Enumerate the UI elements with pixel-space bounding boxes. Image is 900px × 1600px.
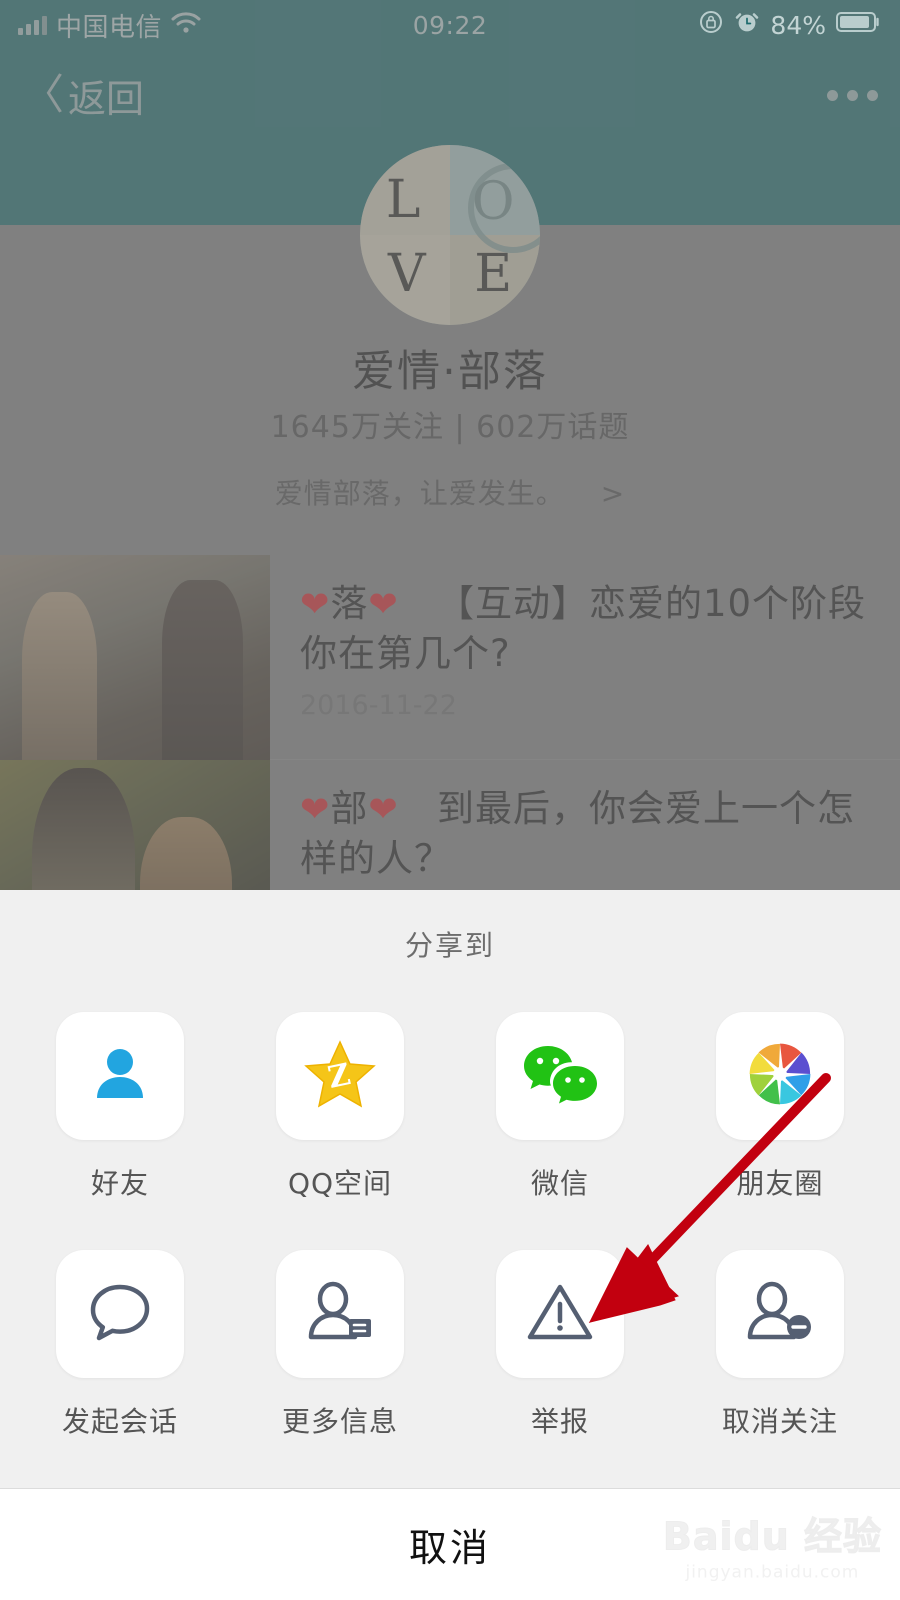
person-minus-icon (741, 1275, 819, 1353)
share-row-2: 发起会话 更多信息 举报 取消关注 (10, 1250, 890, 1440)
back-button[interactable]: 〈 返回 (22, 68, 144, 123)
more-horizontal-icon[interactable] (827, 89, 878, 101)
share-item-more-info[interactable]: 更多信息 (263, 1250, 418, 1440)
share-item-moments[interactable]: 朋友圈 (703, 1012, 858, 1202)
share-item-wechat[interactable]: 微信 (483, 1012, 638, 1202)
person-card-icon (301, 1275, 379, 1353)
share-row-1: 好友 Z QQ空间 微信 朋友圈 (10, 1012, 890, 1202)
article-title: ❤落❤ 【互动】恋爱的10个阶段 你在第几个? (300, 579, 870, 678)
article-title: ❤部❤ 到最后，你会爱上一个怎样的人？ (300, 784, 870, 883)
avatar-letter-l: L (385, 169, 421, 230)
heart-icon: ❤ (368, 790, 399, 830)
share-item-unfollow[interactable]: 取消关注 (703, 1250, 858, 1440)
share-item-label: 举报 (530, 1405, 589, 1438)
share-item-label: 更多信息 (281, 1405, 398, 1438)
share-item-qq-friend[interactable]: 好友 (43, 1012, 198, 1202)
baidu-watermark: Baidu 经验 jingyan.baidu.com (662, 1506, 882, 1583)
navigation-bar: 〈 返回 (0, 50, 900, 140)
battery-icon (836, 10, 882, 40)
warning-triangle-icon (522, 1277, 598, 1351)
profile-tagline: 爱情部落，让爱发生。 (274, 477, 565, 510)
heart-icon: ❤ (368, 585, 399, 625)
battery-percent: 84% (770, 10, 826, 40)
avatar-letter-o: O (471, 171, 515, 232)
watermark-sub: jingyan.baidu.com (685, 1562, 860, 1583)
chevron-left-icon: 〈 (22, 70, 65, 119)
profile-tagline-row[interactable]: 爱情部落，让爱发生。 > (0, 472, 900, 512)
cancel-label: 取消 (408, 1525, 491, 1570)
cancel-button[interactable]: 取消 Baidu 经验 jingyan.baidu.com (0, 1488, 900, 1600)
heart-icon: ❤ (300, 585, 331, 625)
share-item-qzone[interactable]: Z QQ空间 (263, 1012, 418, 1202)
profile-stats: 1645万关注 | 602万话题 (270, 410, 630, 445)
article-date: 2016-11-22 (300, 689, 457, 721)
status-bar: 中国电信 09:22 84% (0, 0, 900, 50)
share-item-label: 微信 (530, 1167, 589, 1200)
avatar-letter-e: E (474, 243, 513, 304)
back-label: 返回 (68, 76, 145, 121)
qq-friend-icon (84, 1038, 156, 1114)
article-tag: 部 (330, 787, 369, 830)
avatar-letter-v: V (388, 243, 426, 304)
share-item-report[interactable]: 举报 (483, 1250, 638, 1440)
page-title: 爱情·部落 (352, 347, 548, 397)
share-item-start-chat[interactable]: 发起会话 (43, 1250, 198, 1440)
article-tag: 落 (330, 582, 369, 625)
share-item-label: 好友 (90, 1167, 149, 1200)
share-sheet: 分享到 好友 Z QQ空间 微信 朋友圈 发起会话 更多信息 举报 取消关注 取… (0, 890, 900, 1600)
share-item-label: 取消关注 (721, 1405, 838, 1438)
chevron-right-icon: > (600, 477, 626, 510)
article-thumbnail (0, 555, 270, 760)
wechat-icon (520, 1038, 600, 1114)
share-sheet-title: 分享到 (404, 929, 495, 962)
share-item-label: 朋友圈 (736, 1167, 824, 1200)
watermark-main: Baidu 经验 (662, 1514, 882, 1559)
rotation-lock-icon (698, 9, 724, 41)
heart-icon: ❤ (300, 790, 331, 830)
phone-screen: 中国电信 09:22 84% 〈 返回 L O V E 爱情·部落 1645万关… (0, 0, 900, 1600)
share-item-label: QQ空间 (287, 1167, 393, 1200)
share-grid: 好友 Z QQ空间 微信 朋友圈 发起会话 更多信息 举报 取消关注 (0, 964, 900, 1488)
alarm-clock-icon (734, 9, 760, 41)
qzone-star-icon: Z (302, 1036, 378, 1116)
chat-bubble-icon (83, 1275, 157, 1353)
avatar[interactable]: L O V E (360, 145, 540, 325)
list-item[interactable]: ❤落❤ 【互动】恋爱的10个阶段 你在第几个? 2016-11-22 (0, 555, 900, 760)
moments-aperture-icon (742, 1036, 818, 1116)
share-item-label: 发起会话 (61, 1405, 178, 1438)
